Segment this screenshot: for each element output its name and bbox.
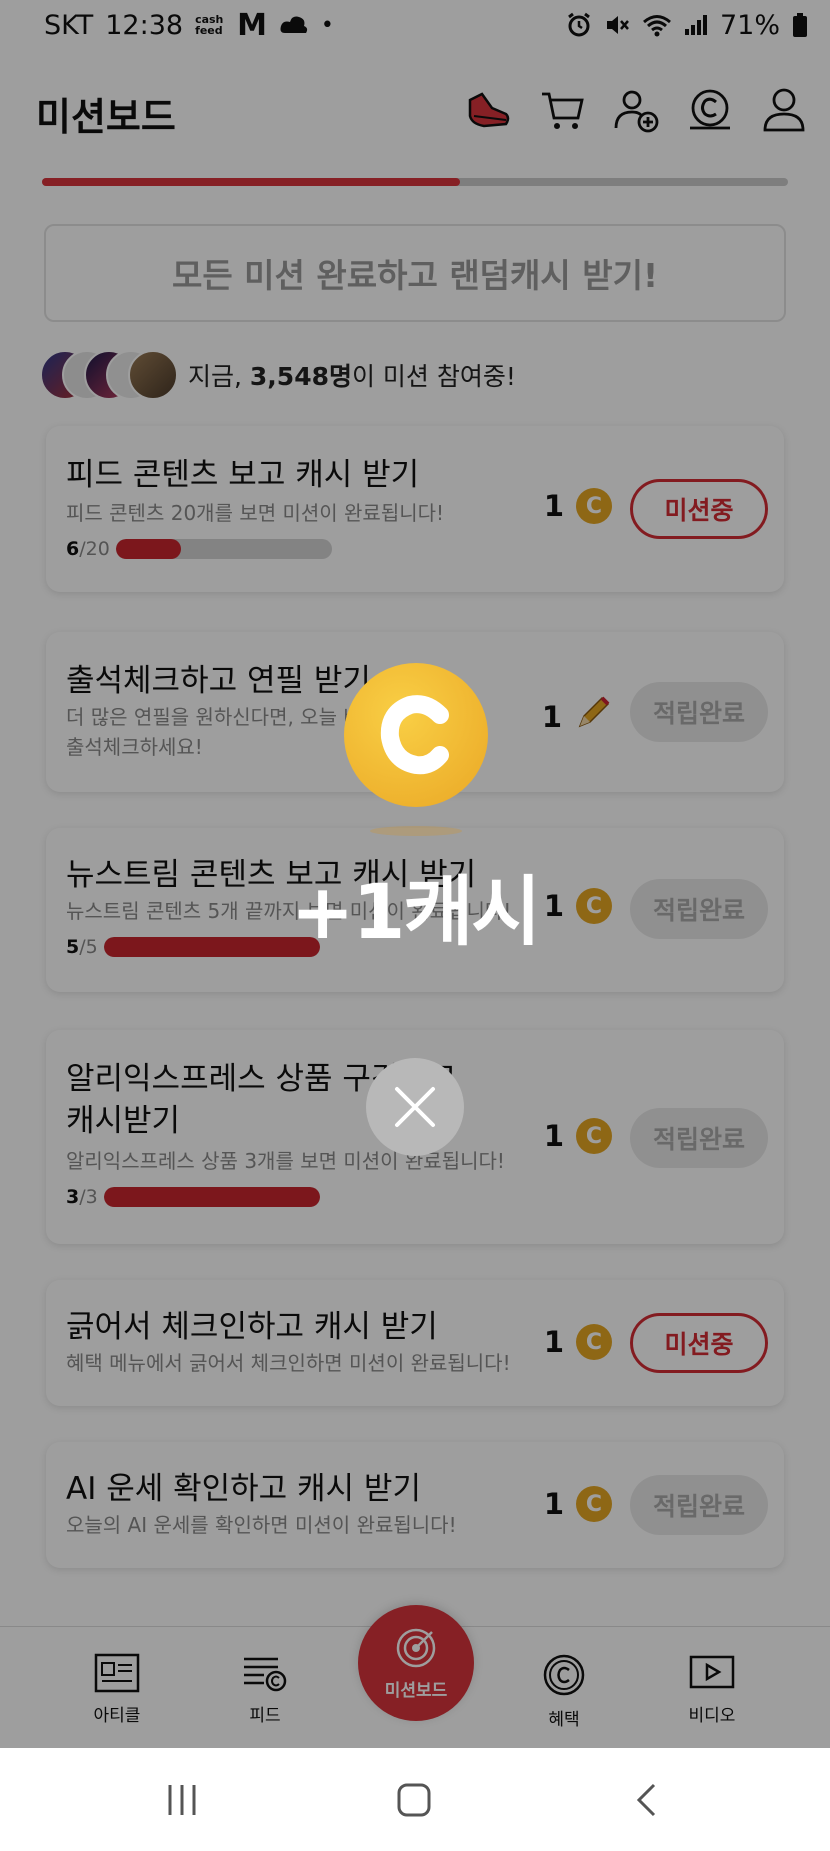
system-nav-bar bbox=[0, 1748, 830, 1851]
recent-apps-button[interactable] bbox=[152, 1778, 212, 1822]
reward-amount-text: +1캐시 bbox=[290, 867, 541, 956]
recent-apps-icon bbox=[168, 1785, 196, 1815]
home-icon bbox=[397, 1783, 431, 1817]
coin-shadow bbox=[370, 826, 462, 836]
close-icon[interactable] bbox=[366, 1058, 464, 1156]
home-button[interactable] bbox=[384, 1778, 444, 1822]
reward-coin-icon bbox=[344, 663, 488, 807]
back-icon bbox=[636, 1783, 656, 1817]
back-button[interactable] bbox=[616, 1778, 676, 1822]
